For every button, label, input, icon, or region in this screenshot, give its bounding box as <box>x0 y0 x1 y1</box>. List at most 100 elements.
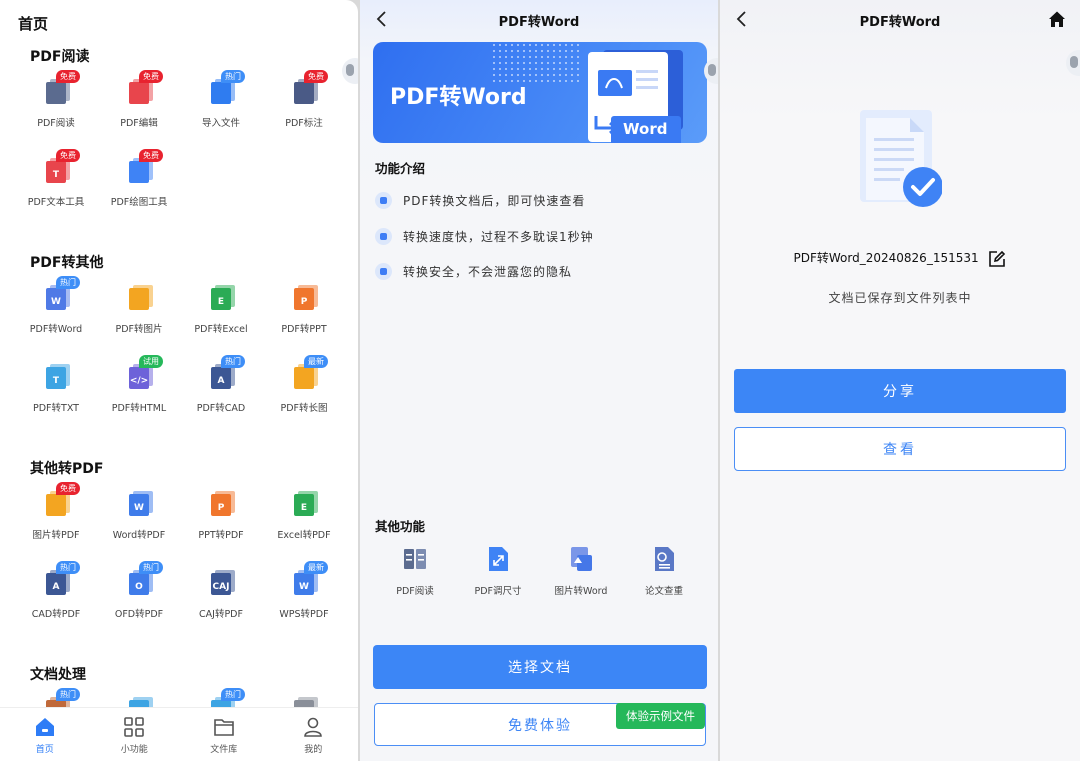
tool-label: PDF转PPT <box>281 324 327 335</box>
tool-item[interactable]: P PDF转PPT <box>266 284 342 335</box>
image-to-word-icon <box>567 545 595 573</box>
tool-item[interactable]: 免费 PDF编辑 <box>101 70 177 129</box>
status-badge: 免费 <box>139 149 163 162</box>
edit-icon[interactable] <box>988 250 1006 268</box>
tool-label: Excel转PDF <box>277 530 331 541</box>
other-image-to-word[interactable]: 图片转Word <box>546 545 616 597</box>
pdf-edit-icon: 免费 <box>125 70 163 106</box>
tool-label: PDF转长图 <box>280 403 328 414</box>
nav-label: 首页 <box>35 745 54 755</box>
status-badge: 热门 <box>221 688 245 701</box>
pdf-annotate-icon: 免费 <box>290 70 328 106</box>
grid-icon <box>124 717 145 737</box>
tool-item[interactable]: P PPT转PDF <box>183 490 259 541</box>
sample-file-tag[interactable]: 体验示例文件 <box>616 703 705 729</box>
tool-item[interactable]: A 热门 CAD转PDF <box>18 561 94 620</box>
file-name: PDF转Word_20240826_151531 <box>720 249 1080 268</box>
caj-to-pdf-icon: CAJ <box>207 569 235 597</box>
document-success-icon <box>860 110 942 207</box>
banner-dots <box>491 42 581 84</box>
pdf-text-tool-icon: T 免费 <box>42 149 80 185</box>
section-title: PDF阅读 <box>30 49 90 65</box>
tool-item[interactable]: 最新 PDF转长图 <box>266 355 342 414</box>
nav-label: 文件库 <box>210 745 238 755</box>
other-pdf-read[interactable]: PDF阅读 <box>380 545 450 597</box>
status-badge: 热门 <box>221 355 245 368</box>
status-badge: 试用 <box>139 355 163 368</box>
tool-item[interactable]: O 热门 OFD转PDF <box>101 561 177 620</box>
tool-item[interactable]: CAJ CAJ转PDF <box>183 569 259 620</box>
pdf-to-long-image-icon: 最新 <box>290 355 328 391</box>
nav-mine[interactable]: 我的 <box>269 708 359 761</box>
tool-item[interactable]: PDF转图片 <box>101 284 177 335</box>
nav-files[interactable]: 文件库 <box>179 708 269 761</box>
tool-item[interactable]: 热门 导入文件 <box>183 70 259 129</box>
pdf-draw-tool-icon: 免费 <box>125 149 163 185</box>
tool-item[interactable]: 免费 PDF绘图工具 <box>101 149 177 208</box>
home-icon[interactable] <box>1048 10 1066 28</box>
screenshot-root: 首页 PDF阅读 免费 PDF阅读 免费 PDF编辑 热门 导入文件 免费 PDF标注 T 免费 PD… <box>0 0 1080 761</box>
page-title: PDF转Word <box>498 15 580 30</box>
status-badge: 免费 <box>304 70 328 83</box>
tool-label: PDF转图片 <box>115 324 163 335</box>
ppt-to-pdf-icon: P <box>207 490 235 518</box>
tool-item[interactable]: T 免费 PDF文本工具 <box>18 149 94 208</box>
status-badge: 免费 <box>56 482 80 495</box>
tool-item[interactable]: A 热门 PDF转CAD <box>183 355 259 414</box>
status-badge: 热门 <box>221 70 245 83</box>
ofd-to-pdf-icon: O 热门 <box>125 561 163 597</box>
pdf-resize-icon <box>484 545 512 573</box>
nav-home[interactable]: 首页 <box>0 708 90 761</box>
tool-item[interactable]: 免费 PDF阅读 <box>18 70 94 129</box>
page-title: PDF转Word <box>859 15 941 30</box>
banner-word-label: Word <box>611 116 681 143</box>
pdf-to-image-icon <box>125 284 153 312</box>
tool-label: PDF绘图工具 <box>110 197 168 208</box>
tool-item[interactable]: T PDF转TXT <box>18 363 94 414</box>
status-badge: 最新 <box>304 355 328 368</box>
tool-item[interactable]: 免费 PDF标注 <box>266 70 342 129</box>
floating-handle[interactable] <box>1066 50 1080 76</box>
import-file-icon: 热门 <box>207 70 245 106</box>
convert-screen: PDF转Word PDF转Word Word 功能介绍 PDF转换文档后，即可快… <box>360 0 718 761</box>
image-to-pdf-icon: 免费 <box>42 482 80 518</box>
other-paper-check[interactable]: 论文查重 <box>629 545 699 597</box>
feature-item: 转换速度快，过程不多耽误1秒钟 <box>375 228 594 245</box>
status-badge: 免费 <box>139 70 163 83</box>
view-button[interactable]: 查看 <box>734 427 1066 471</box>
status-badge: 热门 <box>139 561 163 574</box>
feature-item: PDF转换文档后，即可快速查看 <box>375 192 585 209</box>
excel-to-pdf-icon: E <box>290 490 318 518</box>
speed-icon <box>375 228 392 245</box>
tool-item[interactable]: </> 试用 PDF转HTML <box>101 355 177 414</box>
nav-tools[interactable]: 小功能 <box>90 708 180 761</box>
floating-handle[interactable] <box>342 58 358 84</box>
tool-item[interactable]: 免费图片转PDF <box>18 482 94 541</box>
tool-item[interactable]: E PDF转Excel <box>183 284 259 335</box>
section-title: PDF转其他 <box>30 255 104 271</box>
tool-label: 图片转PDF <box>32 530 80 541</box>
pdf-to-excel-icon: E <box>207 284 235 312</box>
tool-item[interactable]: W 热门 PDF转Word <box>18 276 94 335</box>
nav-label: 小功能 <box>120 745 148 755</box>
tool-label: CAD转PDF <box>31 609 81 620</box>
tool-label: PDF标注 <box>285 118 323 129</box>
feature-item: 转换安全，不会泄露您的隐私 <box>375 263 572 280</box>
pdf-to-txt-icon: T <box>42 363 70 391</box>
tool-label: PDF转CAD <box>196 403 246 414</box>
tool-item[interactable]: W 最新 WPS转PDF <box>266 561 342 620</box>
tool-item[interactable]: W Word转PDF <box>101 490 177 541</box>
tool-label: PDF转TXT <box>33 403 79 414</box>
shield-icon <box>375 263 392 280</box>
tool-label: CAJ转PDF <box>199 609 243 620</box>
other-pdf-resize[interactable]: PDF调尺寸 <box>463 545 533 597</box>
tool-item[interactable]: E Excel转PDF <box>266 490 342 541</box>
user-icon <box>304 717 323 737</box>
saved-message: 文档已保存到文件列表中 <box>828 291 972 305</box>
tool-label: PDF文本工具 <box>27 197 85 208</box>
share-button[interactable]: 分享 <box>734 369 1066 413</box>
home-screen: 首页 PDF阅读 免费 PDF阅读 免费 PDF编辑 热门 导入文件 免费 PDF标注 T 免费 PD… <box>0 0 358 761</box>
intro-title: 功能介绍 <box>375 161 426 176</box>
tool-label: PDF转HTML <box>111 403 167 414</box>
select-document-button[interactable]: 选择文档 <box>373 645 707 689</box>
